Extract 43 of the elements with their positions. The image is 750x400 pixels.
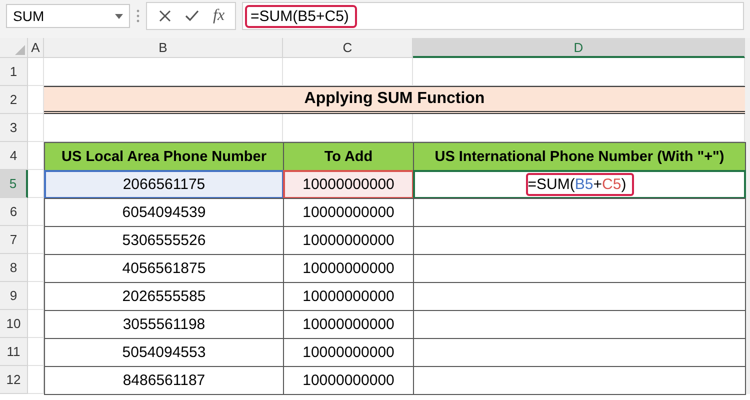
table-title: Applying SUM Function [44, 86, 745, 114]
table-cell: 2066561175 [44, 170, 284, 199]
active-cell[interactable]: =SUM(B5+C5) [413, 170, 746, 199]
table-cell: 8486561187 [44, 366, 284, 395]
row-header[interactable]: 10 [0, 310, 28, 338]
row-header[interactable]: 11 [0, 338, 28, 366]
drag-handle-icon[interactable] [136, 8, 140, 24]
cancel-icon[interactable] [159, 10, 171, 22]
row-header[interactable]: 7 [0, 226, 28, 254]
row-header[interactable]: 12 [0, 366, 28, 394]
column-header[interactable]: C [283, 38, 413, 58]
empty-cell [28, 254, 44, 282]
formula-bar[interactable]: =SUM(B5+C5) [242, 2, 744, 30]
row-header[interactable]: 6 [0, 198, 28, 226]
insert-function-button[interactable]: fx [213, 7, 225, 25]
empty-cell [28, 282, 44, 310]
empty-cell [28, 198, 44, 226]
formula-text: =SUM(B5+C5) [244, 4, 357, 28]
check-icon[interactable] [185, 10, 199, 22]
column-header[interactable]: D [413, 38, 745, 58]
row-header[interactable]: 3 [0, 114, 28, 142]
name-box-value: SUM [13, 8, 44, 24]
column-header[interactable]: B [44, 38, 283, 58]
empty-cell [28, 366, 44, 394]
row-header[interactable]: 8 [0, 254, 28, 282]
row-header[interactable]: 5 [0, 170, 28, 198]
column-heading: To Add [283, 142, 414, 171]
empty-cell [28, 114, 44, 142]
table-cell: 6054094539 [44, 198, 284, 227]
row-header[interactable]: 9 [0, 282, 28, 310]
empty-cell [28, 310, 44, 338]
row-header[interactable]: 2 [0, 86, 28, 114]
table-cell: 10000000000 [283, 170, 414, 199]
empty-cell [28, 338, 44, 366]
row-header[interactable]: 1 [0, 58, 28, 86]
caret-icon [115, 14, 123, 18]
row-header[interactable]: 4 [0, 142, 28, 170]
column-header[interactable]: A [28, 38, 44, 58]
column-heading: US International Phone Number (With "+") [413, 142, 746, 171]
name-box[interactable]: SUM [6, 4, 130, 28]
column-heading: US Local Area Phone Number [44, 142, 284, 171]
empty-cell [28, 226, 44, 254]
cell-formula[interactable]: =SUM(B5+C5) [526, 173, 634, 196]
